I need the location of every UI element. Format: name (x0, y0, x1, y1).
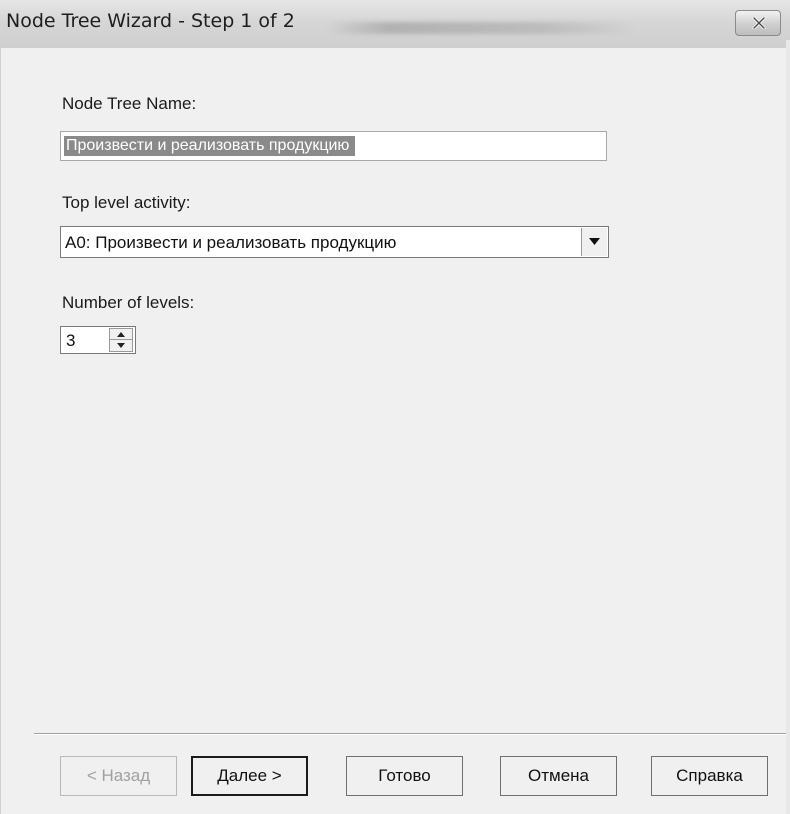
window-title: Node Tree Wizard - Step 1 of 2 (6, 10, 295, 32)
finish-button[interactable]: Готово (346, 756, 463, 796)
footer-separator (34, 733, 786, 735)
dropdown-button[interactable] (581, 228, 607, 256)
node-tree-name-label: Node Tree Name: (62, 94, 197, 113)
spin-buttons (109, 328, 133, 352)
next-button[interactable]: Далее > (191, 756, 308, 796)
node-tree-name-input[interactable]: Произвести и реализовать продукцию (60, 131, 607, 161)
cancel-button[interactable]: Отмена (500, 756, 617, 796)
close-button[interactable] (735, 10, 781, 36)
number-of-levels-spinner[interactable]: 3 (60, 326, 136, 354)
back-button[interactable]: < Назад (60, 756, 177, 796)
spin-down-button[interactable] (110, 340, 132, 351)
top-level-activity-value: A0: Произвести и реализовать продукцию (65, 233, 397, 252)
triangle-down-icon (117, 343, 125, 348)
top-level-activity-select[interactable]: A0: Произвести и реализовать продукцию (60, 226, 609, 258)
window-border-right (786, 40, 790, 814)
triangle-up-icon (117, 332, 125, 337)
node-tree-name-value: Произвести и реализовать продукцию (64, 136, 356, 156)
number-of-levels-label: Number of levels: (62, 293, 195, 312)
number-of-levels-value: 3 (66, 331, 76, 350)
chevron-down-icon (589, 238, 600, 245)
help-button[interactable]: Справка (651, 756, 768, 796)
title-bar[interactable]: Node Tree Wizard - Step 1 of 2 (0, 0, 790, 48)
blurred-title-region (326, 22, 636, 34)
top-level-activity-label: Top level activity: (62, 193, 191, 212)
dialog-body (0, 48, 786, 814)
wizard-dialog: Node Tree Wizard - Step 1 of 2 Node Tree… (0, 0, 790, 814)
spin-up-button[interactable] (110, 329, 132, 340)
close-icon (752, 17, 766, 29)
